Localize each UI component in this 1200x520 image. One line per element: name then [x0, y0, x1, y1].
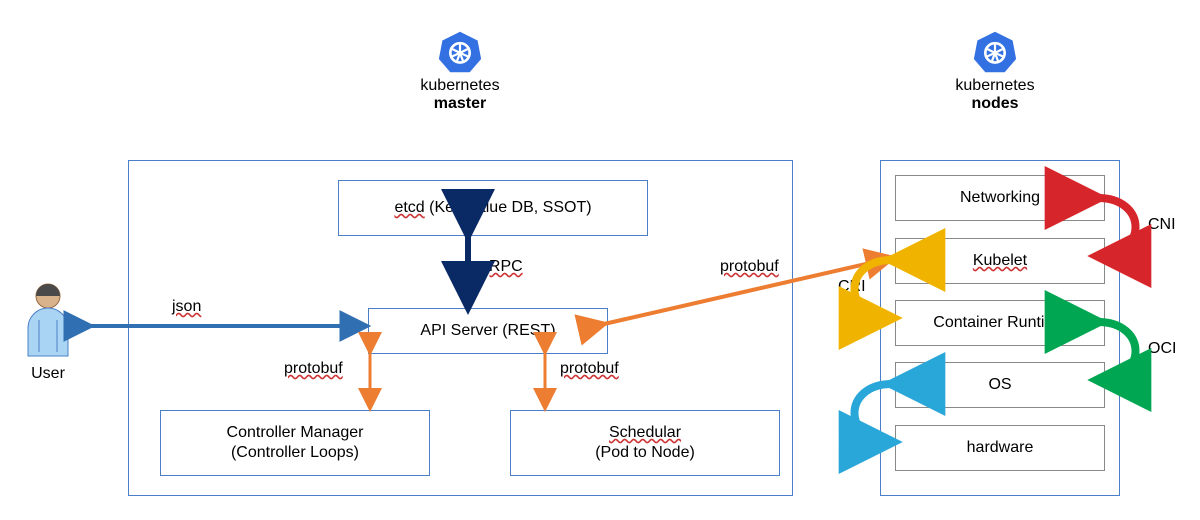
cri-label: CRI	[838, 278, 866, 296]
nodes-title-bold: nodes	[971, 95, 1018, 112]
json-label: json	[172, 298, 201, 316]
runtime-label: Container Runtime	[933, 313, 1066, 333]
os-label: OS	[988, 375, 1011, 395]
hardware-box: hardware	[895, 425, 1105, 471]
kubernetes-icon	[438, 30, 482, 74]
ctrl-l1: Controller Manager	[227, 424, 364, 441]
api-server-box: API Server (REST)	[368, 308, 608, 354]
etcd-box: etcd (Key-Value DB, SSOT)	[338, 180, 648, 236]
kubelet-label: Kubelet	[973, 251, 1027, 271]
protobuf-big-label: protobuf	[720, 258, 779, 276]
networking-label: Networking	[960, 188, 1040, 208]
nodes-title-prefix: kubernetes	[955, 77, 1034, 94]
user-icon: User	[18, 280, 78, 383]
sched-l1: Schedular	[609, 424, 681, 441]
cni-label: CNI	[1148, 216, 1176, 234]
protobuf-label-1: protobuf	[284, 360, 343, 378]
sched-l2: (Pod to Node)	[595, 444, 695, 461]
networking-box: Networking	[895, 175, 1105, 221]
container-runtime-box: Container Runtime	[895, 300, 1105, 346]
grpc-label: gRPC	[480, 258, 523, 276]
etcd-underlined: etcd	[394, 199, 424, 216]
controller-manager-box: Controller Manager (Controller Loops)	[160, 410, 430, 476]
master-title-prefix: kubernetes	[420, 77, 499, 94]
ctrl-l2: (Controller Loops)	[231, 444, 359, 461]
nodes-heading: kubernetes nodes	[895, 30, 1095, 113]
os-box: OS	[895, 362, 1105, 408]
scheduler-box: Schedular (Pod to Node)	[510, 410, 780, 476]
etcd-rest: (Key-Value DB, SSOT)	[425, 199, 592, 216]
kubernetes-icon	[973, 30, 1017, 74]
hardware-label: hardware	[967, 438, 1034, 458]
master-title-bold: master	[434, 95, 486, 112]
user-label: User	[18, 365, 78, 383]
master-heading: kubernetes master	[360, 30, 560, 113]
api-label: API Server (REST)	[420, 321, 555, 341]
protobuf-label-2: protobuf	[560, 360, 619, 378]
oci-label: OCI	[1148, 340, 1176, 358]
kubelet-box: Kubelet	[895, 238, 1105, 284]
